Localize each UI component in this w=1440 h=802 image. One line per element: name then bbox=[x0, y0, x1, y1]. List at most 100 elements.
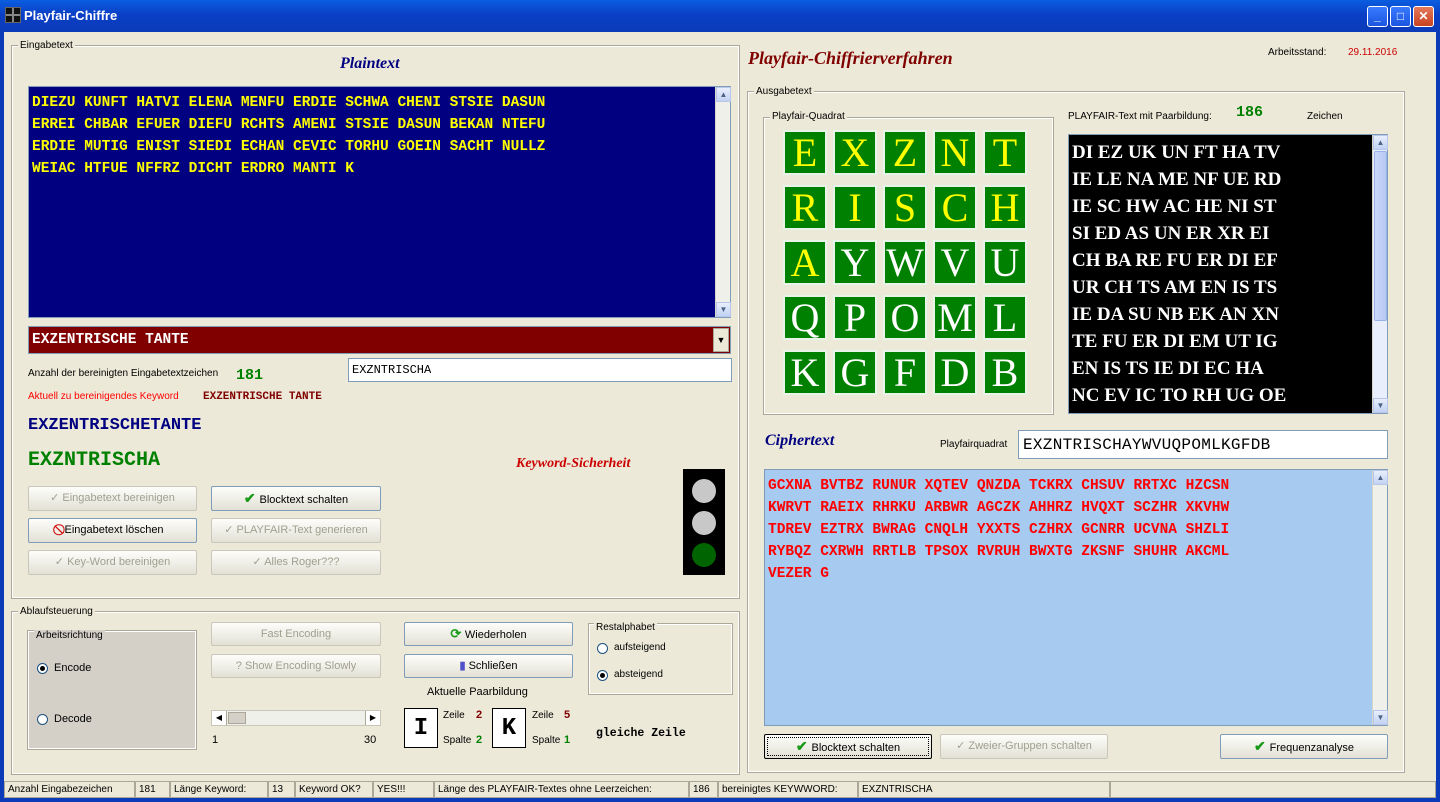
keyword-joined: EXZENTRISCHETANTE bbox=[28, 416, 202, 435]
decode-radio[interactable] bbox=[37, 714, 48, 725]
title-bar bbox=[0, 0, 1440, 32]
check-icon: ✔ bbox=[795, 738, 812, 754]
plaintext-line: ERREI CHBAR EFUER DIEFU RCHTS AMENI STSI… bbox=[32, 117, 546, 133]
current-keyword-label: Aktuell zu bereinigendes Keyword bbox=[28, 391, 179, 402]
output-block-button[interactable]: ✔ Blocktext schalten bbox=[764, 734, 932, 759]
rule-text: gleiche Zeile bbox=[596, 727, 686, 740]
pair-a-spalte-label: Spalte bbox=[443, 735, 472, 746]
pair-line: CH BA RE FU ER DI EF bbox=[1072, 250, 1278, 271]
exit-icon: ▮ bbox=[459, 660, 469, 672]
pair-line: SI ED AS UN ER XR EI bbox=[1072, 223, 1270, 244]
square-cell: H bbox=[983, 185, 1027, 230]
fast-encoding-button[interactable]: Fast Encoding bbox=[211, 622, 381, 646]
keyword-combobox[interactable]: EXZENTRISCHE TANTE ▼ bbox=[28, 326, 731, 354]
pair-line: IE SC HW AC HE NI ST bbox=[1072, 196, 1277, 217]
square-cell: D bbox=[933, 350, 977, 395]
roger-button[interactable]: ✓ Alles Roger??? bbox=[211, 550, 381, 575]
cipher-scrollbar[interactable]: ▲ ▼ bbox=[1372, 470, 1388, 725]
cipher-title: Ciphertext bbox=[765, 432, 835, 449]
square-cell: Q bbox=[783, 295, 827, 340]
count-value: 181 bbox=[236, 367, 264, 384]
maximize-button[interactable]: □ bbox=[1390, 6, 1411, 27]
pair-line: IE DA SU NB EK AN XN bbox=[1072, 304, 1279, 325]
square-cell: I bbox=[833, 185, 877, 230]
plaintext-scrollbar[interactable]: ▲ ▼ bbox=[715, 87, 731, 317]
slider-thumb[interactable] bbox=[228, 712, 246, 724]
pair-groups-button[interactable]: ✓ Zweier-Gruppen schalten bbox=[940, 734, 1108, 759]
slider-min: 1 bbox=[212, 734, 219, 746]
plaintext-line: DIEZU KUNFT HATVI ELENA MENFU ERDIE SCHW… bbox=[32, 95, 546, 111]
ciphertext-line: TDREV EZTRX BWRAG CNQLH YXXTS CZHRX GCNR… bbox=[768, 522, 1230, 538]
chevron-down-icon[interactable]: ▼ bbox=[713, 328, 729, 352]
slow-encoding-button[interactable]: ? Show Encoding Slowly bbox=[211, 654, 381, 678]
clean-input-button[interactable]: ✓ Eingabetext bereinigen bbox=[28, 486, 197, 511]
speed-slider[interactable]: ◀ ▶ bbox=[211, 710, 381, 726]
square-cell: C bbox=[933, 185, 977, 230]
delete-input-button[interactable]: ⃠ Eingabetext löschen bbox=[28, 518, 197, 543]
scroll-up-arrow[interactable]: ▲ bbox=[1373, 135, 1388, 150]
generate-button[interactable]: ✓ PLAYFAIR-Text generieren bbox=[211, 518, 381, 543]
slider-max: 30 bbox=[364, 734, 377, 746]
pair-line: EN IS TS IE DI EC HA bbox=[1072, 358, 1264, 379]
clean-keyword-button[interactable]: ✓ Key-Word bereinigen bbox=[28, 550, 197, 575]
security-label: Keyword-Sicherheit bbox=[516, 456, 631, 471]
minimize-button[interactable]: _ bbox=[1367, 6, 1388, 27]
status-input-count: 181 bbox=[135, 781, 170, 798]
pair-line: NC EV IC TO RH UG OE bbox=[1072, 385, 1287, 406]
status-keyword-length-label: Länge Keyword: bbox=[170, 781, 268, 798]
window-title: Playfair-Chiffre bbox=[24, 8, 118, 23]
scroll-down-arrow[interactable]: ▼ bbox=[716, 302, 731, 317]
ciphertext-area[interactable]: GCXNA BVTBZ RUNUR XQTEV QNZDA TCKRX CHSU… bbox=[764, 469, 1388, 726]
pair-text-area[interactable]: DI EZ UK UN FT HA TV IE LE NA ME NF UE RD… bbox=[1068, 134, 1388, 414]
pair-a-zeile-label: Zeile bbox=[443, 710, 465, 721]
playfair-square: EXZNT RISCH AYWVU QPOML KGFDB bbox=[783, 130, 1031, 400]
square-cell: V bbox=[933, 240, 977, 285]
check-icon: ✓ bbox=[54, 556, 68, 568]
close-window-button[interactable]: ✕ bbox=[1413, 6, 1434, 27]
pair-line: UR CH TS AM EN IS TS bbox=[1072, 277, 1278, 298]
slider-right-arrow[interactable]: ▶ bbox=[365, 711, 380, 725]
rest-alphabet-label: Restalphabet bbox=[594, 622, 657, 633]
square-field[interactable]: EXZNTRISCHAYWVUQPOMLKGFDB bbox=[1018, 430, 1388, 459]
check-icon: ✓ bbox=[956, 740, 969, 752]
block-text-button[interactable]: ✔ Blocktext schalten bbox=[211, 486, 381, 511]
plaintext-title: Plaintext bbox=[340, 55, 400, 72]
encode-label: Encode bbox=[54, 662, 92, 674]
ascending-radio[interactable] bbox=[597, 643, 608, 654]
descending-radio[interactable] bbox=[597, 670, 608, 681]
square-cell: A bbox=[783, 240, 827, 285]
frequency-button[interactable]: ✔ Frequenzanalyse bbox=[1220, 734, 1388, 759]
scroll-up-arrow[interactable]: ▲ bbox=[1373, 470, 1388, 485]
ascending-label: aufsteigend bbox=[614, 642, 666, 653]
scroll-thumb[interactable] bbox=[1374, 151, 1387, 321]
square-cell: K bbox=[783, 350, 827, 395]
pair-scrollbar[interactable]: ▲ ▼ bbox=[1372, 135, 1388, 413]
square-cell: E bbox=[783, 130, 827, 175]
slider-left-arrow[interactable]: ◀ bbox=[212, 711, 227, 725]
status-empty bbox=[1110, 781, 1436, 798]
square-cell: N bbox=[933, 130, 977, 175]
pair-count: 186 bbox=[1236, 104, 1264, 121]
repeat-button[interactable]: ⟳ Wiederholen bbox=[404, 622, 573, 646]
close-app-button[interactable]: ▮ Schließen bbox=[404, 654, 573, 678]
scroll-up-arrow[interactable]: ▲ bbox=[716, 87, 731, 102]
pair-label: Aktuelle Paarbildung bbox=[427, 686, 528, 698]
square-cell: M bbox=[933, 295, 977, 340]
scroll-down-arrow[interactable]: ▼ bbox=[1373, 710, 1388, 725]
status-playfair-length-label: Länge des PLAYFAIR-Textes ohne Leerzeich… bbox=[434, 781, 689, 798]
ciphertext-line: VEZER G bbox=[768, 566, 829, 582]
square-cell: B bbox=[983, 350, 1027, 395]
plaintext-area[interactable]: DIEZU KUNFT HATVI ELENA MENFU ERDIE SCHW… bbox=[28, 86, 731, 318]
output-group-label: Ausgabetext bbox=[754, 86, 814, 97]
descending-label: absteigend bbox=[614, 669, 663, 680]
check-icon: ✓ bbox=[252, 556, 265, 568]
scroll-down-arrow[interactable]: ▼ bbox=[1373, 398, 1388, 413]
encode-radio[interactable] bbox=[37, 663, 48, 674]
keyword-combo-value: EXZENTRISCHE TANTE bbox=[32, 332, 189, 348]
square-cell: P bbox=[833, 295, 877, 340]
cleaned-input-field[interactable]: EXZNTRISCHA bbox=[348, 358, 732, 382]
help-icon: ? bbox=[235, 660, 245, 672]
square-cell: W bbox=[883, 240, 927, 285]
refresh-icon: ⟳ bbox=[450, 626, 465, 641]
status-playfair-length: 186 bbox=[689, 781, 718, 798]
